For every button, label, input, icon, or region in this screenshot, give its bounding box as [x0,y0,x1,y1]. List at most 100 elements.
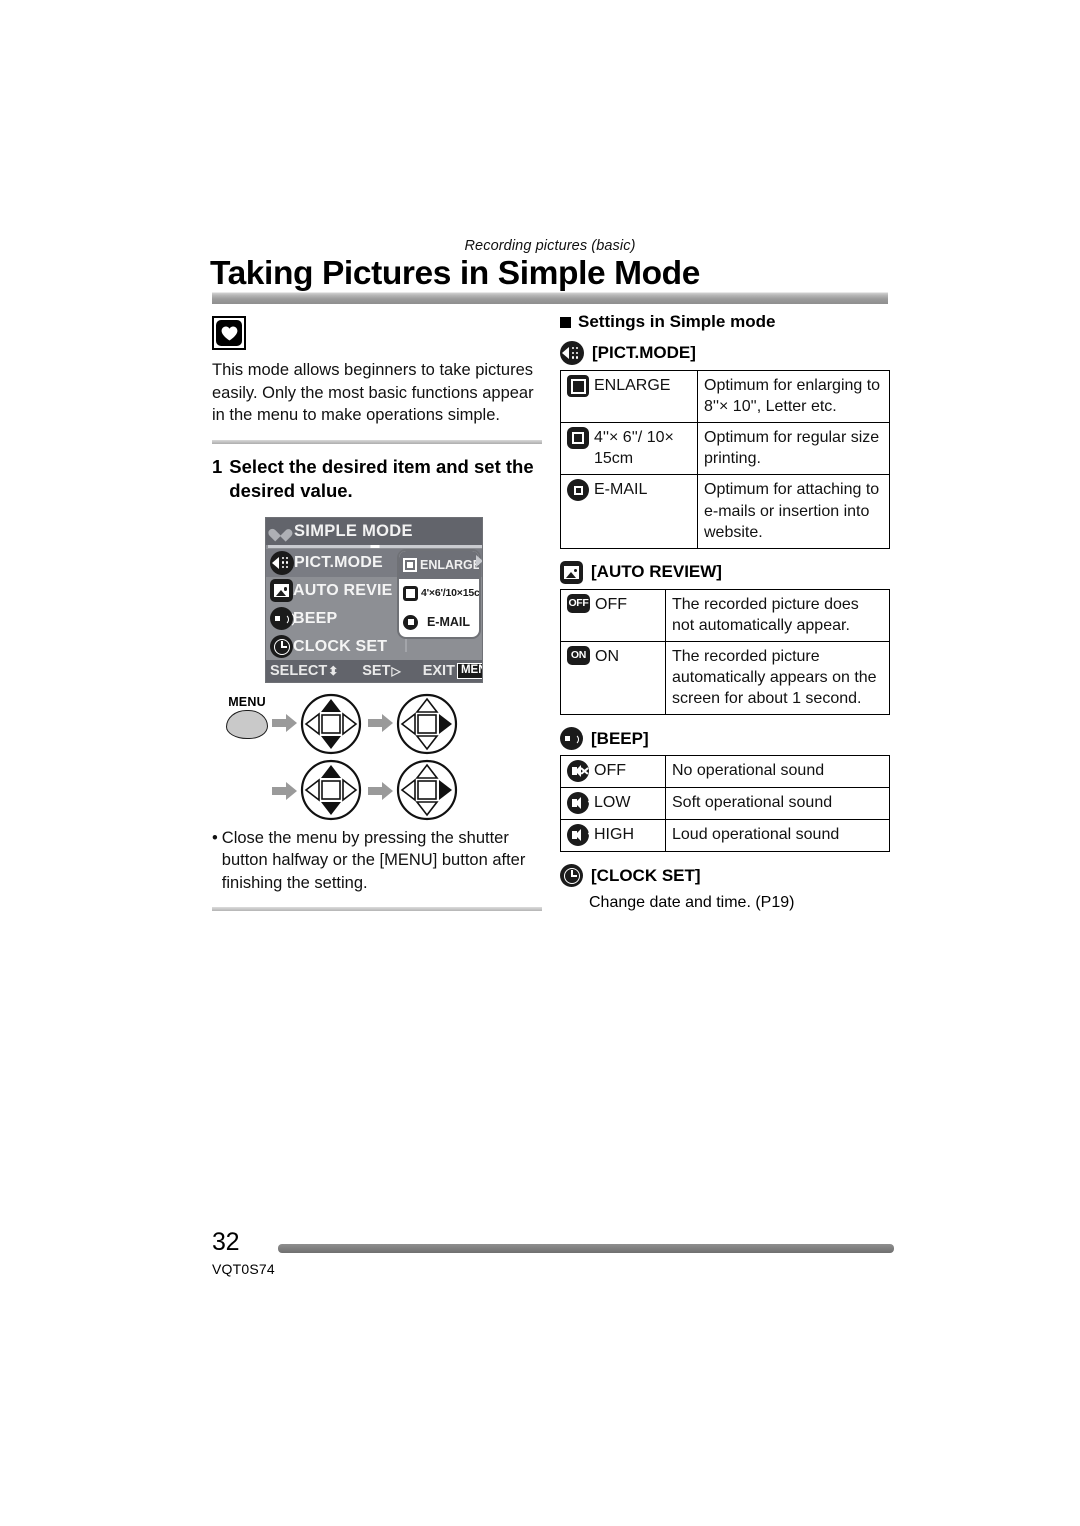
document-code: VQT0S74 [212,1261,275,1277]
lcd-bottom-bar: SELECT ⬍ SET ▷ EXIT MENU [266,659,482,682]
speaker-low-icon [567,792,590,815]
section-divider-bottom [212,906,542,911]
table-row: OFF No operational sound [560,755,890,789]
menu-button[interactable] [226,709,268,739]
row-key-label: LOW [594,794,631,812]
lcd-item-label: PICT.MODE [294,553,383,571]
menu-button-group[interactable]: MENU [226,695,268,739]
lcd-exit-hint: EXIT MENU [422,662,482,679]
table-row: ON ON The recorded picture automatically… [560,640,890,716]
page-footer: 32 VQT0S74 [210,1228,900,1288]
settings-section-heading-text: Settings in Simple mode [578,312,776,331]
row-key-label: ON [595,647,619,665]
clock-set-description: Change date and time. (P19) [589,894,795,912]
title-rule [212,292,888,304]
lcd-set-label: SET [362,662,391,679]
chevron-right-icon [476,554,482,567]
table-cell-value: Soft operational sound [665,787,890,821]
lcd-select-hint: SELECT ⬍ [270,663,338,679]
row-key-label: E-MAIL [594,481,648,499]
table-cell-value: The recorded picture does not automatica… [665,588,890,642]
note-text: Close the menu by pressing the shutter b… [221,828,526,893]
speaker-mute-icon [567,760,589,783]
off-badge-icon: OFF [567,593,590,613]
lcd-menu-screenshot: SIMPLE MODE PICT.MODE AUTO REVIE BEEP CL… [265,516,483,683]
right-column: Settings in Simple mode [PICT.MODE] ENLA… [560,312,890,914]
dropdown-option-email[interactable]: E-MAIL [399,608,479,637]
manual-page: Recording pictures (basic) Taking Pictur… [0,0,1080,1526]
settings-section-heading: Settings in Simple mode [560,312,890,332]
right-arrow-icon: ▷ [391,663,401,678]
bullet-icon: • [212,828,218,847]
section-divider-top [212,439,542,444]
running-head: Recording pictures (basic) [464,238,636,254]
pict-mode-icon [270,550,294,575]
heart-icon-small [273,524,288,538]
flow-arrow-icon [272,781,297,800]
beep-heading-text: [BEEP] [591,728,649,748]
menu-chip-icon: MENU [456,663,482,679]
auto-review-icon [560,560,583,584]
table-cell-key: OFF OFF [560,588,666,642]
beep-heading: [BEEP] [560,727,890,751]
lcd-exit-label: EXIT [422,662,455,679]
page-number: 32 [212,1228,240,1256]
pict-mode-table: ENLARGE Optimum for enlarging to 8ʹʹ× 10… [560,369,890,549]
intro-paragraph: This mode allows beginners to take pictu… [212,361,534,425]
left-column: This mode allows beginners to take pictu… [212,316,544,911]
pict-mode-heading-text: [PICT.MODE] [592,343,696,362]
row-key-label: 4ʹʹ× 6ʹʹ/ 10× 15cm [594,429,674,468]
dropdown-option-enlarge[interactable]: ENLARGE [399,550,481,579]
cursor-pad-right[interactable] [396,759,458,821]
table-cell-value: The recorded picture automatically appea… [665,640,890,716]
speaker-high-icon [567,824,594,847]
square-medium-icon [403,585,418,601]
note-close-menu: • Close the menu by pressing the shutter… [212,827,544,895]
table-cell-value: Optimum for regular size printing. [697,422,890,476]
table-cell-key: ON ON [560,640,666,716]
table-row: E-MAIL Optimum for attaching to e-mails … [560,474,890,549]
on-badge-icon: ON [567,645,590,665]
square-medium-icon [567,427,589,450]
square-small-icon [403,614,418,630]
simple-mode-badge [212,316,246,350]
auto-review-table: OFF OFF The recorded picture does not au… [560,588,890,716]
table-row: HIGH Loud operational sound [560,819,890,853]
row-key-label: OFF [594,762,626,780]
pict-mode-dropdown[interactable]: ENLARGE 4ʹ×6ʹ/10×15cm E-MAIL [397,548,481,639]
table-cell-key: HIGH [560,819,666,853]
step-number: 1 [212,455,223,477]
clock-set-icon [560,864,583,888]
lcd-select-label: SELECT [270,662,328,679]
beep-icon [560,727,585,751]
cursor-pad-up-down[interactable] [300,693,362,755]
cursor-pad-right[interactable] [396,693,458,755]
row-key-label: HIGH [594,826,634,844]
square-large-icon [567,375,589,397]
table-cell-key: ENLARGE [560,369,698,424]
table-cell-key: 4ʹʹ× 6ʹʹ/ 10× 15cm [560,422,698,476]
table-cell-key: OFF [560,755,666,789]
flow-arrow-icon [368,713,393,732]
clock-set-heading-text: [CLOCK SET] [591,865,701,885]
dropdown-option-label: E-MAIL [426,615,471,630]
step-1: 1 Select the desired item and set the de… [212,455,544,503]
table-row: ENLARGE Optimum for enlarging to 8ʹʹ× 10… [560,369,890,424]
heart-icon [216,320,242,346]
dropdown-option-label: ENLARGE [420,557,481,572]
square-small-icon [567,479,589,502]
cursor-pad-up-down[interactable] [300,759,362,821]
auto-review-heading-text: [AUTO REVIEW] [591,562,722,582]
footer-rule [278,1244,894,1253]
pict-mode-heading: [PICT.MODE] [560,341,890,365]
dropdown-option-4x6[interactable]: 4ʹ×6ʹ/10×15cm [399,579,479,608]
step-text: Select the desired item and set the desi… [229,455,534,501]
table-cell-value: Optimum for attaching to e-mails or inse… [697,474,890,549]
row-key-label: OFF [595,595,627,613]
page-title: Taking Pictures in Simple Mode [210,255,700,292]
table-cell-value: Loud operational sound [665,819,890,853]
square-bullet-icon [560,316,571,328]
table-row: LOW Soft operational sound [560,787,890,821]
lcd-item-label: CLOCK SET [293,637,388,655]
lcd-title-bar: SIMPLE MODE [266,517,482,545]
